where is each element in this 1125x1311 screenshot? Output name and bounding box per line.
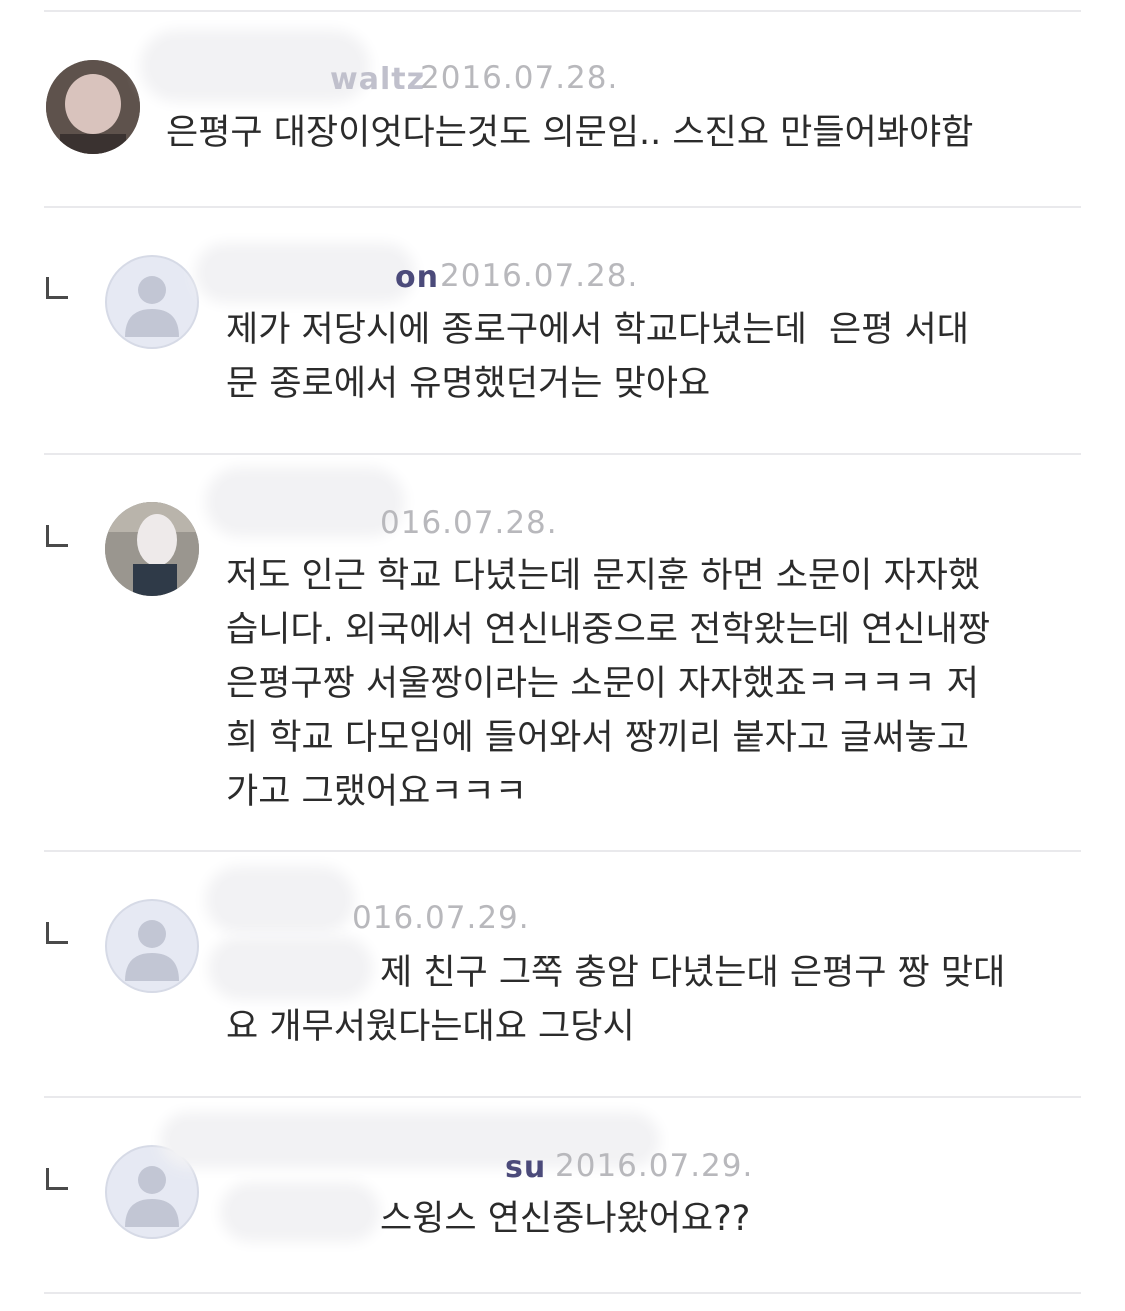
default-user-icon[interactable] — [105, 1145, 199, 1239]
comment-item: 016.07.28. 저도 인근 학교 다녔는데 문지훈 하면 소문이 자자했 … — [0, 457, 1125, 847]
avatar[interactable] — [105, 502, 199, 596]
divider — [44, 1292, 1081, 1294]
divider — [44, 850, 1081, 852]
comment-date: 2016.07.28. — [420, 60, 619, 96]
divider — [44, 206, 1081, 208]
divider — [44, 453, 1081, 455]
blurred-username — [230, 1192, 370, 1232]
divider — [44, 1096, 1081, 1098]
blurred-username — [215, 477, 395, 527]
comment-text: 제가 저당시에 종로구에서 학교다녔는데 은평 서대 문 종로에서 유명했던거는… — [226, 310, 969, 404]
comment-text: 제 친구 그쪽 충암 다녔는대 은평구 짱 맞대 요 개무서웠다는대요 그당시 — [226, 953, 1006, 1047]
comment-text: 은평구 대장이엇다는것도 의문임.. 스진요 만들어봐야함 — [166, 113, 974, 153]
comment-date: 2016.07.28. — [440, 258, 639, 294]
avatar[interactable] — [46, 60, 140, 154]
comment-text: 저도 인근 학교 다녔는데 문지훈 하면 소문이 자자했 습니다. 외국에서 연… — [226, 556, 991, 812]
comment-item: waltz 2016.07.28. 은평구 대장이엇다는것도 의문임.. 스진요… — [0, 0, 1125, 200]
reply-arrow-icon — [46, 525, 68, 547]
comment-item: on 2016.07.28. 제가 저당시에 종로구에서 학교다녔는데 은평 서… — [0, 210, 1125, 450]
blurred-username — [205, 253, 405, 293]
blurred-username — [215, 876, 345, 924]
default-user-icon[interactable] — [105, 899, 199, 993]
reply-arrow-icon — [46, 277, 68, 299]
author-name[interactable]: waltz — [330, 62, 425, 97]
author-name[interactable]: su — [505, 1150, 546, 1185]
default-user-icon[interactable] — [105, 255, 199, 349]
reply-arrow-icon — [46, 922, 68, 944]
comment-text: 스윙스 연신중나왔어요?? — [380, 1199, 751, 1239]
comment-date: 016.07.28. — [380, 505, 558, 541]
comment-item: su 2016.07.29. 스윙스 연신중나왔어요?? — [0, 1100, 1125, 1290]
comment-date: 2016.07.29. — [555, 1148, 754, 1184]
blurred-username — [150, 40, 360, 92]
comment-date: 016.07.29. — [352, 900, 530, 936]
reply-arrow-icon — [46, 1168, 68, 1190]
comment-item: 016.07.29. 제 친구 그쪽 충암 다녔는대 은평구 짱 맞대 요 개무… — [0, 854, 1125, 1094]
author-name[interactable]: on — [395, 260, 439, 295]
